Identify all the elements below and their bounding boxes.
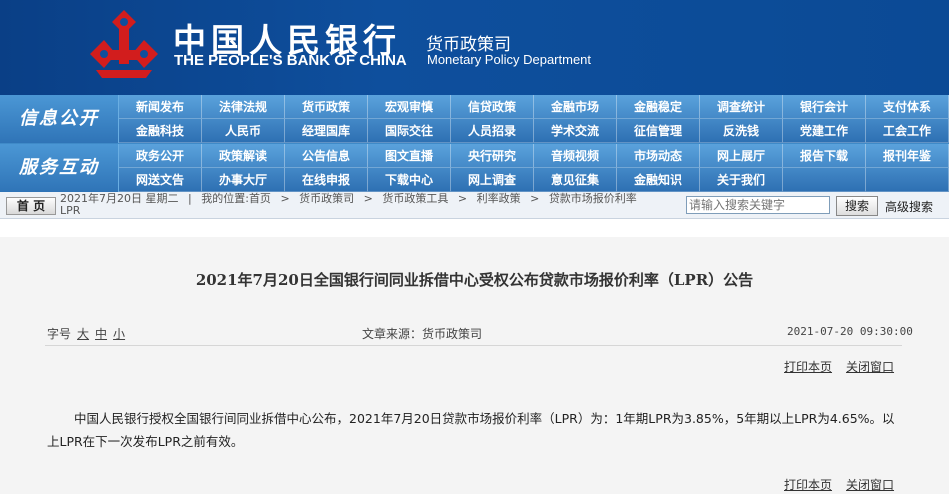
font-size-large[interactable]: 大 xyxy=(77,327,89,341)
nav-item[interactable]: 金融稳定 xyxy=(617,95,700,119)
pboc-logo-icon[interactable] xyxy=(86,8,162,80)
print-link[interactable]: 打印本页 xyxy=(784,360,832,374)
breadcrumb-lpr-tail[interactable]: LPR xyxy=(60,204,80,217)
article-actions-bottom: 打印本页 关闭窗口 xyxy=(784,476,894,493)
print-link[interactable]: 打印本页 xyxy=(784,478,832,492)
nav-item[interactable]: 法律法规 xyxy=(202,95,285,119)
nav-item[interactable]: 报刊年鉴 xyxy=(866,144,949,168)
breadcrumb-lpr[interactable]: 贷款市场报价利率 xyxy=(549,192,637,205)
nav-item[interactable]: 在线申报 xyxy=(285,168,368,192)
nav-item[interactable]: 网上调查 xyxy=(451,168,534,192)
nav-item[interactable]: 政策解读 xyxy=(202,144,285,168)
nav-item[interactable]: 办事大厅 xyxy=(202,168,285,192)
font-size-medium[interactable]: 中 xyxy=(95,327,107,341)
breadcrumb-bar: 首 页 2021年7月20日 星期二 | 我的位置:首页 > 货币政策司 > 货… xyxy=(0,192,949,219)
nav-item[interactable]: 工会工作 xyxy=(866,119,949,143)
nav-item[interactable]: 人民币 xyxy=(202,119,285,143)
nav-item[interactable]: 公告信息 xyxy=(285,144,368,168)
nav-band-service: 服务互动 政务公开 政策解读 公告信息 图文直播 央行研究 音频视频 市场动态 网上展厅 报告下… xyxy=(0,144,949,192)
dept-name-en: Monetary Policy Department xyxy=(427,52,592,67)
nav-band-label-info: 信息公开 xyxy=(0,95,119,143)
font-size-small[interactable]: 小 xyxy=(113,327,125,341)
nav-item[interactable]: 政务公开 xyxy=(119,144,202,168)
nav-item[interactable]: 金融知识 xyxy=(617,168,700,192)
nav-item[interactable]: 市场动态 xyxy=(617,144,700,168)
nav-item[interactable]: 报告下载 xyxy=(783,144,866,168)
location-label: 我的位置: xyxy=(201,192,249,205)
divider xyxy=(45,345,902,346)
nav-item[interactable]: 征信管理 xyxy=(617,119,700,143)
breadcrumb: 2021年7月20日 星期二 | 我的位置:首页 > 货币政策司 > 货币政策工… xyxy=(60,193,680,217)
site-header: 中国人民银行 THE PEOPLE'S BANK OF CHINA 货币政策司 … xyxy=(0,0,949,95)
breadcrumb-dept[interactable]: 货币政策司 xyxy=(299,192,354,205)
font-size-control: 字号大中小 xyxy=(47,325,125,342)
article-body: 中国人民银行授权全国银行间同业拆借中心公布，2021年7月20日贷款市场报价利率… xyxy=(47,411,895,449)
nav-grid-service: 政务公开 政策解读 公告信息 图文直播 央行研究 音频视频 市场动态 网上展厅 报告下载 报刊年鉴… xyxy=(119,144,949,192)
chevron-right-icon: > xyxy=(457,192,468,205)
font-size-label: 字号 xyxy=(47,327,72,341)
article-actions-top: 打印本页 关闭窗口 xyxy=(784,358,894,375)
nav-item[interactable]: 学术交流 xyxy=(534,119,617,143)
article-area: 2021年7月20日全国银行间同业拆借中心受权公布贷款市场报价利率（LPR）公告… xyxy=(0,237,949,494)
search-input[interactable] xyxy=(686,196,830,214)
close-window-link[interactable]: 关闭窗口 xyxy=(846,360,894,374)
nav-item[interactable]: 银行会计 xyxy=(783,95,866,119)
nav-item[interactable]: 人员招录 xyxy=(451,119,534,143)
chevron-right-icon: > xyxy=(363,192,373,205)
nav-band-label-service: 服务互动 xyxy=(0,144,119,192)
chevron-right-icon: > xyxy=(530,192,540,205)
nav-band-info: 信息公开 新闻发布 法律法规 货币政策 宏观审慎 信贷政策 金融市场 金融稳定 调查统计 银行会… xyxy=(0,95,949,143)
nav-item[interactable]: 国际交往 xyxy=(368,119,451,143)
nav-item[interactable]: 经理国库 xyxy=(285,119,368,143)
nav-item[interactable]: 图文直播 xyxy=(368,144,451,168)
nav-grid-info: 新闻发布 法律法规 货币政策 宏观审慎 信贷政策 金融市场 金融稳定 调查统计 银行会计 支付体系… xyxy=(119,95,949,143)
nav-item[interactable]: 调查统计 xyxy=(700,95,783,119)
nav-item[interactable]: 宏观审慎 xyxy=(368,95,451,119)
nav-item[interactable]: 关于我们 xyxy=(700,168,783,192)
breadcrumb-separator: | xyxy=(188,192,192,205)
nav-item[interactable]: 反洗钱 xyxy=(700,119,783,143)
bank-name-en: THE PEOPLE'S BANK OF CHINA xyxy=(174,52,407,69)
close-window-link[interactable]: 关闭窗口 xyxy=(846,478,894,492)
nav-item[interactable]: 下载中心 xyxy=(368,168,451,192)
nav-item[interactable]: 网送文告 xyxy=(119,168,202,192)
nav-item[interactable]: 金融科技 xyxy=(119,119,202,143)
nav-item[interactable]: 支付体系 xyxy=(866,95,949,119)
nav-item[interactable]: 新闻发布 xyxy=(119,95,202,119)
chevron-right-icon: > xyxy=(280,192,290,205)
nav-item[interactable]: 央行研究 xyxy=(451,144,534,168)
home-button[interactable]: 首 页 xyxy=(6,197,56,215)
advanced-search-link[interactable]: 高级搜索 xyxy=(885,198,933,215)
article-datetime: 2021-07-20 09:30:00 xyxy=(787,325,913,338)
article-source: 文章来源：货币政策司 xyxy=(362,327,483,341)
main-nav: 信息公开 新闻发布 法律法规 货币政策 宏观审慎 信贷政策 金融市场 金融稳定 调查统计 银行会… xyxy=(0,95,949,192)
search-button[interactable]: 搜索 xyxy=(836,196,878,216)
nav-item xyxy=(783,168,866,192)
article-title: 2021年7月20日全国银行间同业拆借中心受权公布贷款市场报价利率（LPR）公告 xyxy=(195,271,754,289)
nav-item[interactable]: 网上展厅 xyxy=(700,144,783,168)
breadcrumb-home[interactable]: 首页 xyxy=(249,192,271,205)
breadcrumb-tools[interactable]: 货币政策工具 xyxy=(382,192,448,205)
nav-item[interactable]: 信贷政策 xyxy=(451,95,534,119)
nav-item[interactable]: 音频视频 xyxy=(534,144,617,168)
breadcrumb-rate-policy[interactable]: 利率政策 xyxy=(477,192,521,205)
nav-item[interactable]: 金融市场 xyxy=(534,95,617,119)
nav-item xyxy=(866,168,949,192)
nav-item[interactable]: 意见征集 xyxy=(534,168,617,192)
nav-item[interactable]: 党建工作 xyxy=(783,119,866,143)
nav-item[interactable]: 货币政策 xyxy=(285,95,368,119)
